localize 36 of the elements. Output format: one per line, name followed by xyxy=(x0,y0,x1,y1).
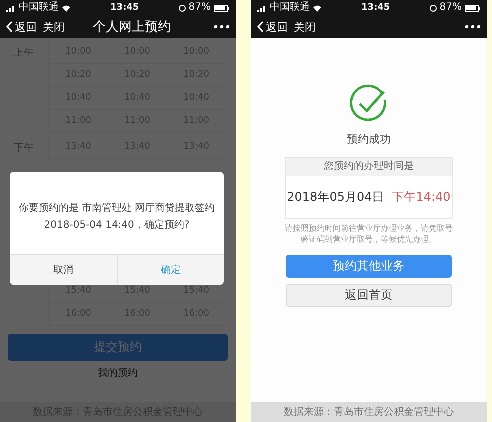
back-button[interactable]: 返回 xyxy=(6,20,37,34)
battery-icon xyxy=(464,4,481,12)
back-button[interactable]: 返回 xyxy=(257,20,288,34)
close-button[interactable]: 关闭 xyxy=(43,20,65,34)
clock-time: 13:45 xyxy=(110,3,140,13)
cancel-button[interactable]: 取消 xyxy=(10,255,118,285)
more-icon[interactable] xyxy=(465,25,481,29)
dialog-message: 你要预约的是 市南管理处 网厅商贷提取签约 xyxy=(18,202,216,214)
submit-button[interactable]: 提交预约 xyxy=(8,334,228,361)
battery-percent: 87% xyxy=(188,2,211,14)
page-title: 个人网上预约 xyxy=(93,19,171,36)
dialog-message: 2018-05-04 14:40，确定预约? xyxy=(44,218,190,232)
footer-text: 数据来源：青岛市住房公积金管理中心 xyxy=(251,402,487,422)
wifi-icon xyxy=(62,4,71,12)
carrier-name: 中国联通 xyxy=(19,2,59,14)
home-button[interactable]: 返回首页 xyxy=(286,284,452,307)
instruction-text: 请按照预约时间前往营业厅办理业务，请凭取号验证码到营业厅取号，等候优先办理。 xyxy=(284,223,454,245)
signal-icon xyxy=(257,4,267,12)
my-appointments-link[interactable]: 我的预约 xyxy=(92,365,144,381)
book-other-button[interactable]: 预约其他业务 xyxy=(286,255,452,278)
battery-icon xyxy=(214,4,230,12)
card-heading: 您预约的办理时间是 xyxy=(286,158,452,176)
clock-time: 13:45 xyxy=(362,3,390,13)
back-chevron-icon xyxy=(257,21,264,33)
battery-percent: 87% xyxy=(440,2,462,14)
signal-icon xyxy=(6,4,16,12)
wifi-icon xyxy=(313,4,322,12)
confirm-button[interactable]: 确定 xyxy=(118,255,224,285)
close-button[interactable]: 关闭 xyxy=(294,20,316,34)
success-message: 预约成功 xyxy=(347,132,391,147)
success-check-icon xyxy=(349,84,389,124)
appointment-time: 下午14:40 xyxy=(392,188,451,206)
back-chevron-icon xyxy=(6,21,13,33)
appointment-date: 2018年05月04日 xyxy=(287,188,384,206)
carrier-name: 中国联通 xyxy=(270,2,310,14)
more-icon[interactable] xyxy=(214,25,230,29)
